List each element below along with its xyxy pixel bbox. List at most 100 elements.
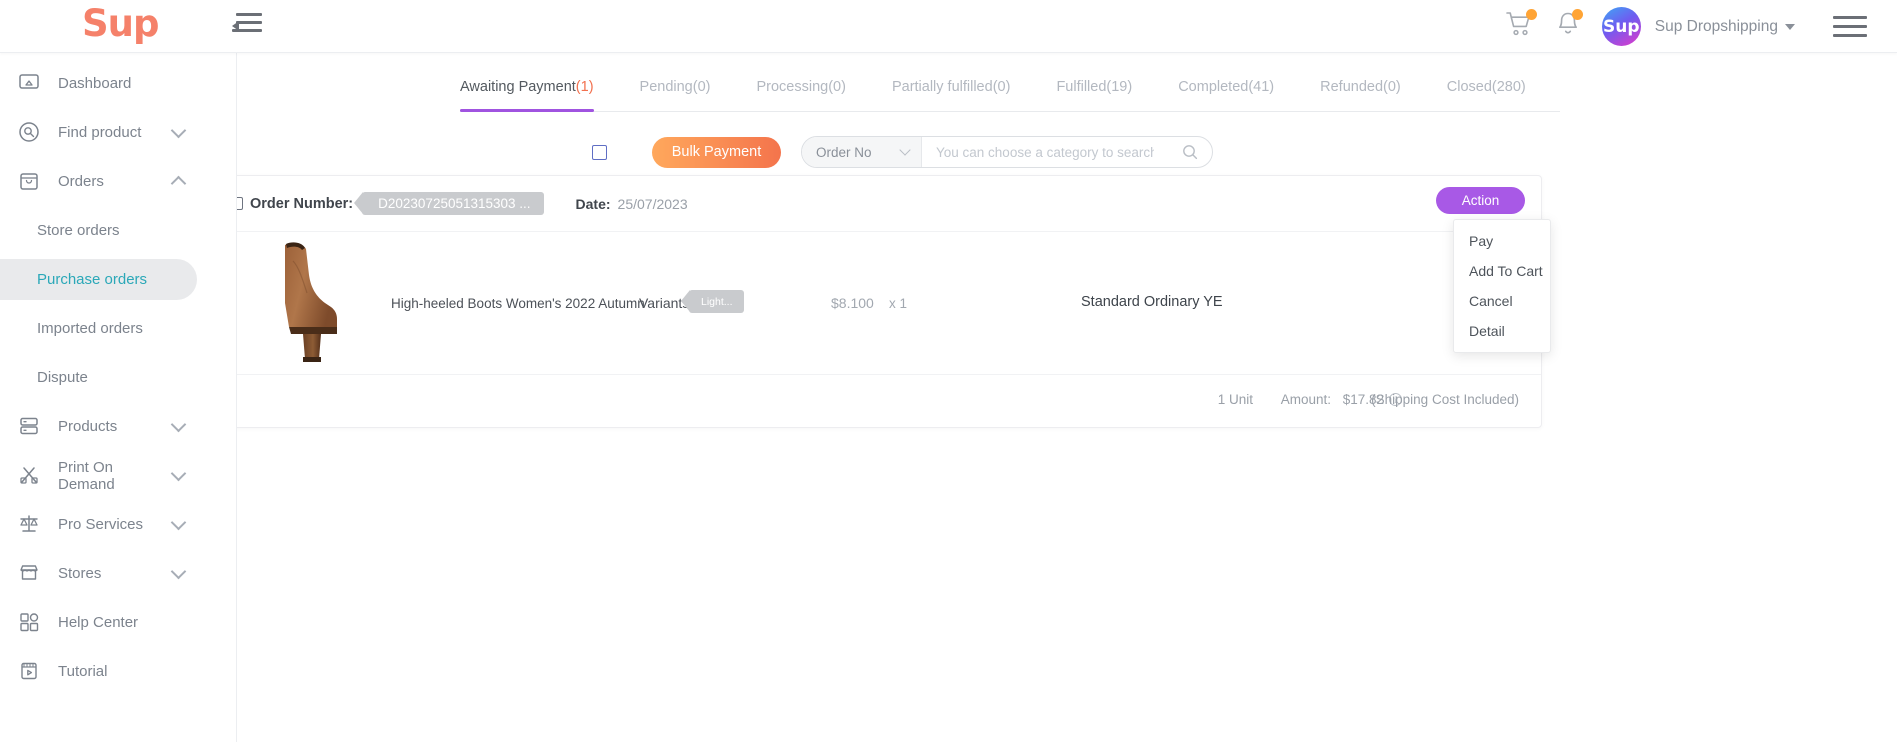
notification-bell-icon[interactable] <box>1556 9 1583 42</box>
sidebar-item-imported-orders[interactable]: Imported orders <box>0 308 236 349</box>
sidebar-item-help-center[interactable]: Help Center <box>0 602 236 643</box>
action-menu-item-add-to-cart[interactable]: Add To Cart <box>1454 256 1550 286</box>
tab-partially-fulfilled[interactable]: Partially fulfilled(0) <box>892 79 1010 103</box>
order-card-footer: 1 Unit Amount: $17.82 i (Shipping Cost I… <box>211 375 1541 427</box>
sidebar-item-dispute[interactable]: Dispute <box>0 357 236 398</box>
chevron-down-icon[interactable] <box>170 416 187 432</box>
tab-count: (0) <box>992 79 1011 95</box>
chevron-up-icon[interactable] <box>170 175 187 191</box>
tab-label: Completed <box>1178 79 1249 95</box>
chevron-down-icon[interactable] <box>170 465 187 481</box>
chevron-down-icon[interactable] <box>170 122 187 138</box>
tab-label: Closed <box>1446 79 1492 95</box>
product-image[interactable] <box>269 241 349 365</box>
tab-label: Processing <box>756 79 829 95</box>
collapse-sidebar-icon[interactable] <box>232 13 262 39</box>
tab-label: Refunded <box>1320 79 1384 95</box>
account-name[interactable]: Sup Dropshipping <box>1655 18 1778 36</box>
header-right-actions: Sup Sup Dropshipping <box>1505 0 1897 53</box>
tab-count: (0) <box>692 79 711 95</box>
tutorial-icon <box>18 660 42 684</box>
store-icon <box>18 562 42 586</box>
order-status-tabs: Awaiting Payment(1) Pending(0) Processin… <box>460 79 1560 112</box>
sidebar-item-pro-services[interactable]: Pro Services <box>0 504 236 545</box>
top-header: Sup Sup Sup Dropshipping <box>0 0 1897 53</box>
action-menu-item-pay[interactable]: Pay <box>1454 226 1550 256</box>
search-circle-icon <box>18 121 42 145</box>
sidebar-item-label: Help Center <box>58 614 139 631</box>
app-logo[interactable]: Sup <box>82 2 159 45</box>
products-icon <box>18 415 42 439</box>
shopping-cart-icon[interactable] <box>1505 9 1537 42</box>
sidebar-item-purchase-orders[interactable]: Purchase orders <box>0 259 197 300</box>
tab-count: (1) <box>575 79 594 95</box>
tab-count: (0) <box>828 79 846 95</box>
action-button[interactable]: Action <box>1436 187 1525 214</box>
bag-icon <box>18 170 42 194</box>
chevron-down-icon[interactable] <box>170 514 187 530</box>
collapse-arrow-icon <box>232 21 239 31</box>
action-menu-item-cancel[interactable]: Cancel <box>1454 286 1550 316</box>
order-number-tag[interactable]: D20230725051315303 ... <box>354 192 544 215</box>
bell-badge <box>1571 9 1583 20</box>
help-center-icon <box>18 611 42 635</box>
product-title[interactable]: High-heeled Boots Women's 2022 Autumn <box>391 296 645 311</box>
tab-label: Awaiting Payment <box>460 79 576 95</box>
amount-label: Amount: <box>1280 392 1331 407</box>
sidebar-item-products[interactable]: Products <box>0 406 236 447</box>
sidebar-item-store-orders[interactable]: Store orders <box>0 210 236 251</box>
action-menu-item-detail[interactable]: Detail <box>1454 316 1550 346</box>
tab-closed[interactable]: Closed(280) <box>1447 79 1526 103</box>
shipping-cost-note: (Shipping Cost Included) <box>1371 392 1519 407</box>
tab-label: Fulfilled <box>1056 79 1107 95</box>
product-quantity: x 1 <box>889 296 908 311</box>
sidebar-item-label: Find product <box>58 124 142 141</box>
chevron-down-icon[interactable] <box>1785 23 1795 30</box>
scales-icon <box>18 513 42 537</box>
tab-label: Partially fulfilled <box>891 79 993 95</box>
chevron-down-icon[interactable] <box>170 563 187 579</box>
order-card-body: High-heeled Boots Women's 2022 Autumn Va… <box>211 232 1541 375</box>
print-on-demand-icon <box>18 464 42 488</box>
tab-refunded[interactable]: Refunded(0) <box>1320 79 1401 103</box>
sidebar-item-orders[interactable]: Orders <box>0 161 236 202</box>
sidebar: Dashboard Find product Orders Store orde… <box>0 53 237 742</box>
search-icon[interactable] <box>1168 144 1212 160</box>
order-date-label: Date: <box>575 195 611 212</box>
product-price: $8.100 <box>831 295 874 311</box>
search-input[interactable] <box>922 137 1168 167</box>
variant-tag[interactable]: Light... <box>681 290 744 313</box>
chevron-down-icon <box>899 144 911 156</box>
tab-count: (19) <box>1106 79 1133 95</box>
category-select-value: Order No <box>816 144 872 160</box>
sidebar-subitem-label: Dispute <box>37 369 88 386</box>
order-number-label: Order Number: <box>250 195 354 212</box>
select-all-checkbox[interactable] <box>592 144 607 160</box>
avatar[interactable]: Sup <box>1601 7 1641 46</box>
order-card: Order Number: D20230725051315303 ... Dat… <box>210 175 1551 428</box>
sidebar-item-print-on-demand[interactable]: Print On Demand <box>0 455 236 496</box>
tab-awaiting-payment[interactable]: Awaiting Payment(1) <box>460 79 594 112</box>
search-group: Order No <box>801 136 1213 168</box>
sidebar-item-label: Tutorial <box>58 663 108 680</box>
tab-processing[interactable]: Processing(0) <box>756 79 845 103</box>
sidebar-subitem-label: Imported orders <box>37 320 143 337</box>
sidebar-item-tutorial[interactable]: Tutorial <box>0 651 236 692</box>
hamburger-menu-icon[interactable] <box>1833 16 1867 37</box>
tab-count: (0) <box>1383 79 1401 95</box>
sidebar-item-label: Orders <box>58 173 104 190</box>
tab-fulfilled[interactable]: Fulfilled(19) <box>1056 79 1132 103</box>
dashboard-icon <box>18 72 42 96</box>
sidebar-item-dashboard[interactable]: Dashboard <box>0 63 236 104</box>
sidebar-item-label: Stores <box>58 565 102 582</box>
category-select[interactable]: Order No <box>802 137 922 167</box>
sidebar-item-find-product[interactable]: Find product <box>0 112 236 153</box>
sidebar-item-label: Products <box>58 418 118 435</box>
tab-pending[interactable]: Pending(0) <box>640 79 711 103</box>
unit-count: 1 Unit <box>1217 392 1253 407</box>
tab-completed[interactable]: Completed(41) <box>1178 79 1274 103</box>
cart-badge <box>1525 9 1537 20</box>
tab-label: Pending <box>639 79 693 95</box>
bulk-payment-button[interactable]: Bulk Payment <box>652 136 781 168</box>
sidebar-item-stores[interactable]: Stores <box>0 553 236 594</box>
